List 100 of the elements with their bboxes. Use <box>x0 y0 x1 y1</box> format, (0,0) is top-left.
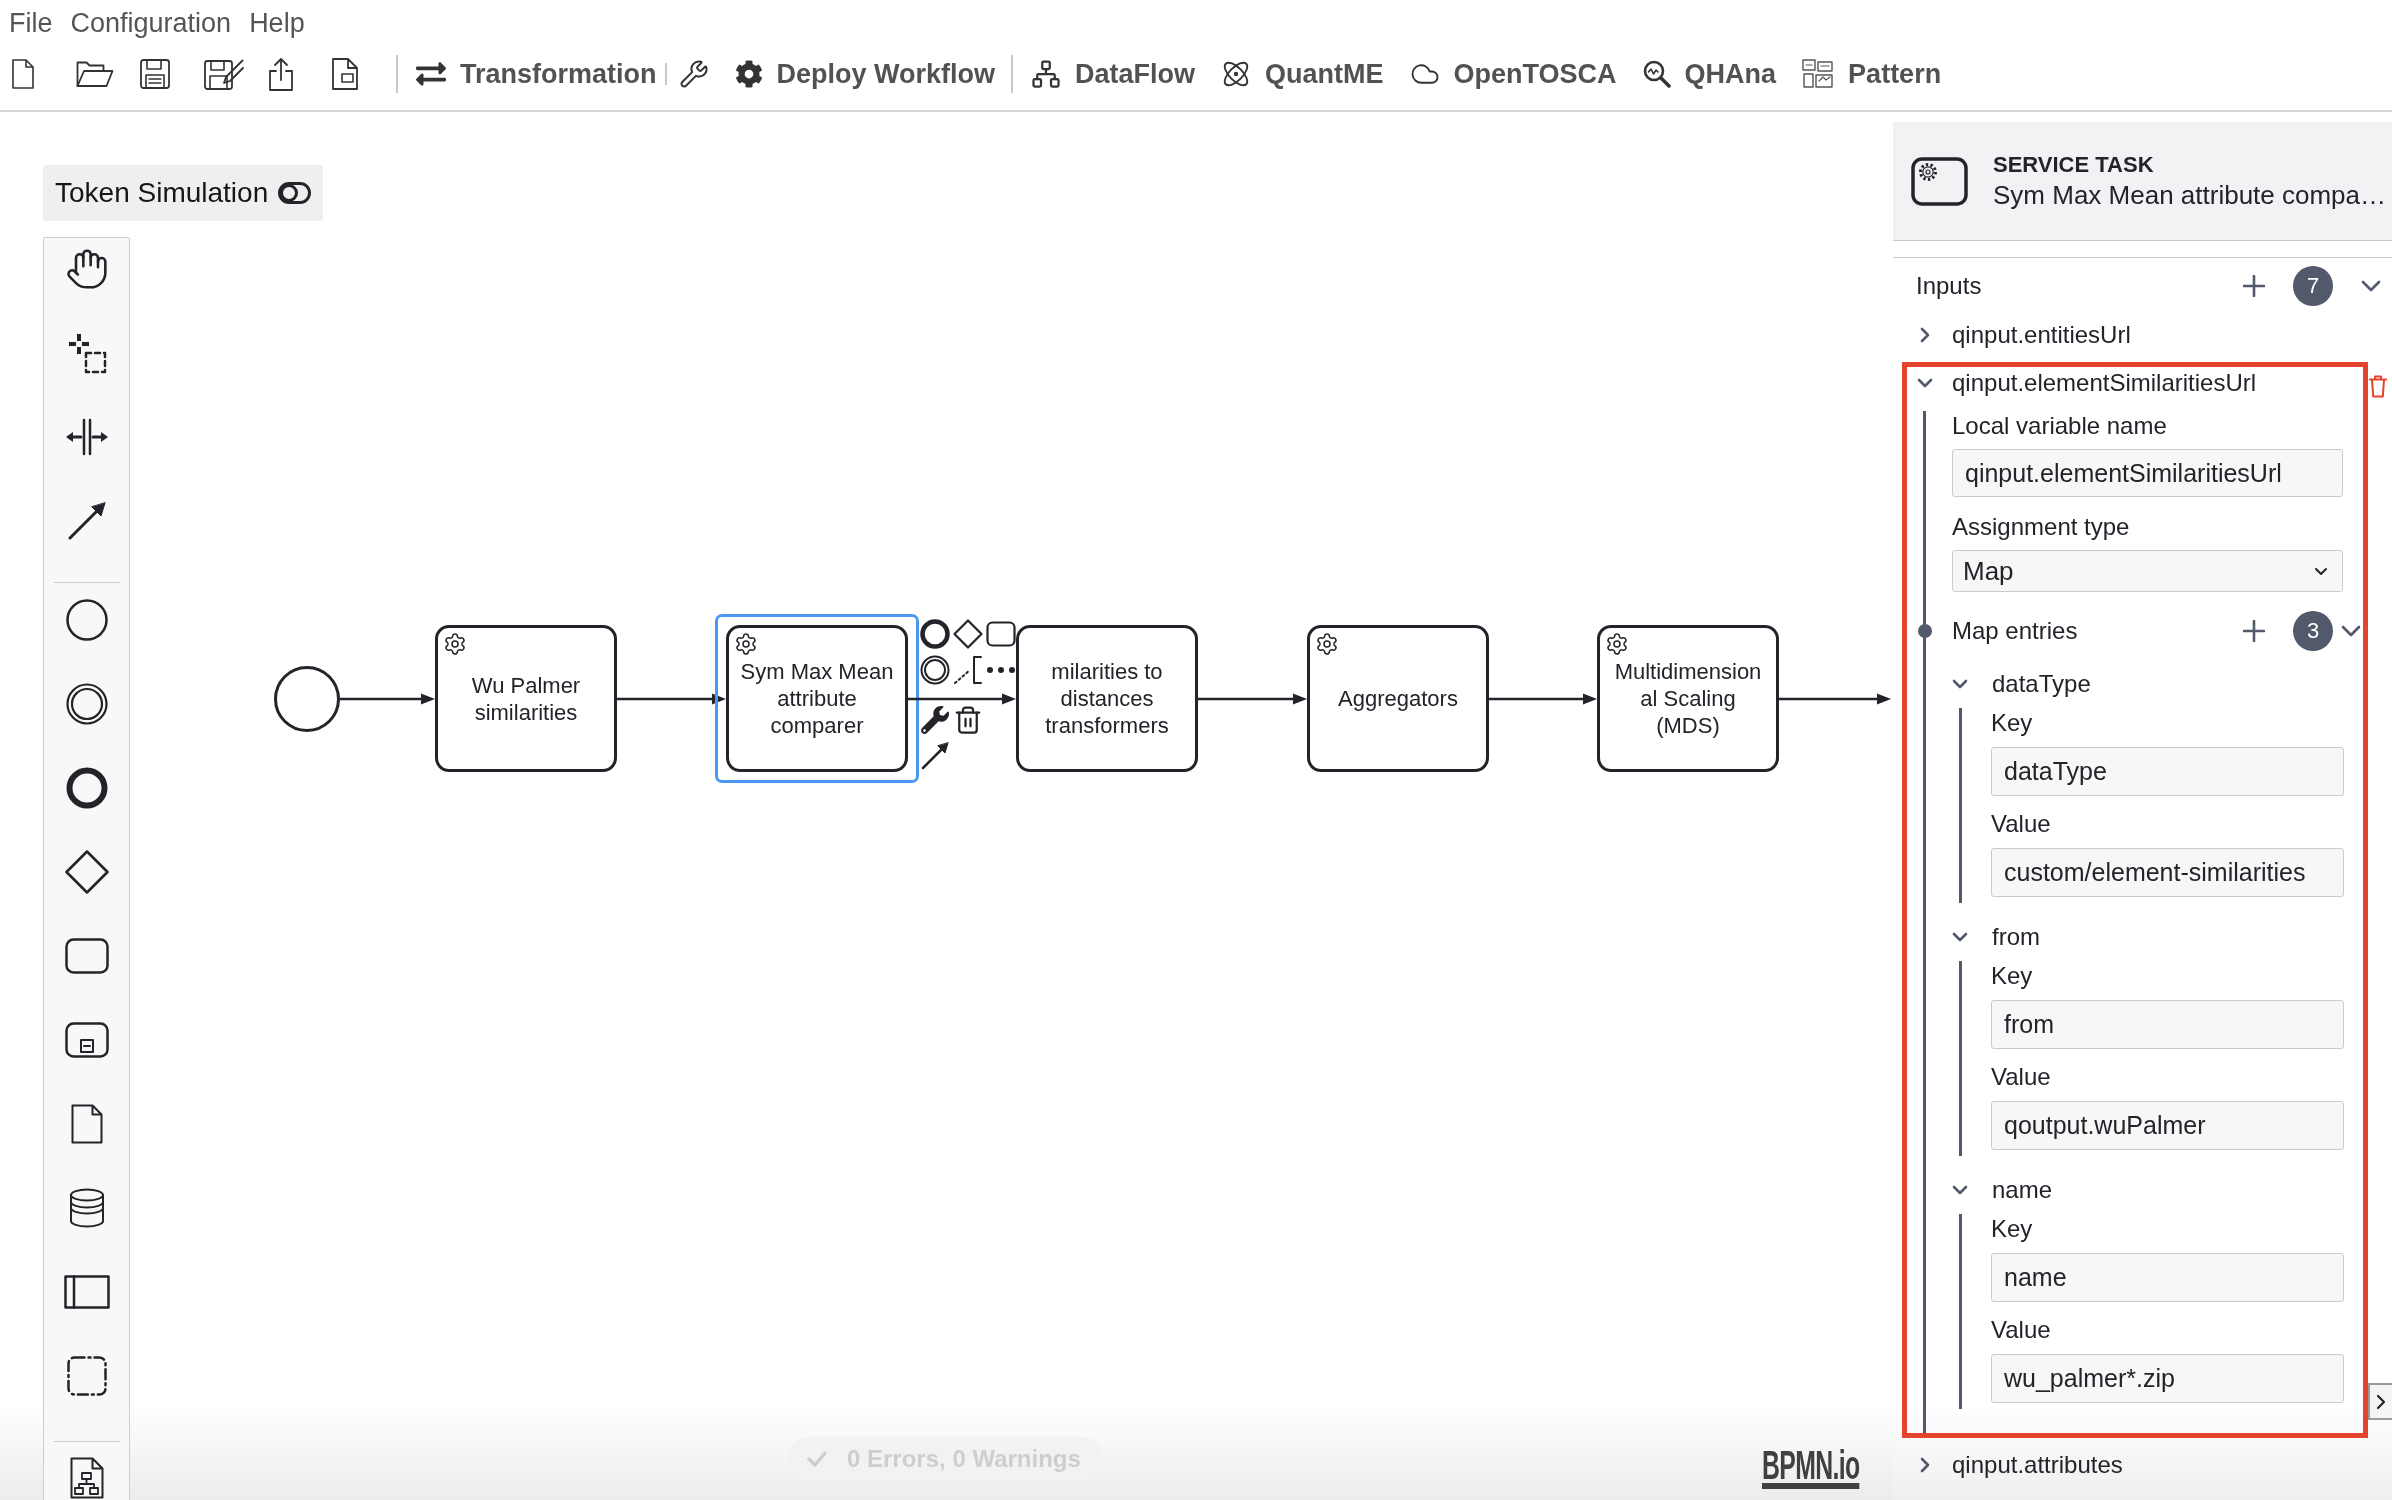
gear-icon <box>443 632 467 656</box>
double-circle-icon[interactable] <box>65 683 108 725</box>
toolbar-button[interactable]: Deploy Workflow <box>734 58 996 90</box>
gear-icon <box>734 60 763 88</box>
magnifier-icon <box>1642 60 1671 88</box>
chevron-right-icon[interactable] <box>1920 1457 1930 1473</box>
chevron-right-icon[interactable] <box>1920 327 1930 343</box>
task-label: Aggregators <box>1338 685 1458 712</box>
count-badge: 7 <box>2293 266 2333 306</box>
arrow-icon[interactable] <box>67 502 106 540</box>
field-label: Value <box>1991 1062 2052 1092</box>
diamond-icon[interactable] <box>64 850 109 894</box>
wrench-icon[interactable] <box>921 706 949 734</box>
chevron-down-icon[interactable] <box>1952 1185 1968 1195</box>
exchange-arrows-icon <box>416 59 446 89</box>
toolbar-button[interactable]: OpenTOSCA <box>1409 58 1617 90</box>
chevron-down-icon[interactable] <box>1952 932 1968 942</box>
map-entry-name[interactable]: dataType <box>1992 669 2091 699</box>
input-mapping-name[interactable]: qinput.elementSimilaritiesUrl <box>1952 368 2257 398</box>
plus-icon[interactable] <box>2243 620 2265 642</box>
bpmn-io-logo[interactable]: BPMN.io <box>1762 1447 1860 1489</box>
input-mapping-name[interactable]: qinput.attributes <box>1952 1450 2123 1480</box>
field-label: Value <box>1991 1315 2052 1345</box>
arrow-icon[interactable] <box>921 742 949 770</box>
field-label: Assignment type <box>1952 512 2131 542</box>
dashed-rectangle-icon[interactable] <box>66 1356 107 1396</box>
gear-icon <box>1315 632 1339 656</box>
chevron-down-icon <box>2314 566 2328 576</box>
thick-circle-icon[interactable] <box>920 619 950 649</box>
save-icon[interactable] <box>140 59 170 89</box>
database-icon[interactable] <box>68 1188 105 1228</box>
menu-item[interactable]: Help <box>249 7 305 39</box>
rounded-rectangle-icon[interactable] <box>986 621 1016 647</box>
chevron-down-icon[interactable] <box>2341 625 2361 637</box>
document-diagram-icon[interactable] <box>69 1457 104 1499</box>
space-tool-icon[interactable] <box>64 418 109 456</box>
toolbar-button[interactable]: QHAna <box>1642 58 1777 90</box>
chevron-right-icon <box>2376 1393 2386 1410</box>
count-badge: 3 <box>2293 611 2333 651</box>
wrench-icon[interactable] <box>678 59 709 89</box>
field-label: Key <box>1991 708 2034 738</box>
toolbar-button[interactable]: Pattern <box>1802 58 1942 90</box>
assignment-type-select[interactable]: Map <box>1952 550 2343 592</box>
folder-icon[interactable] <box>76 60 114 88</box>
panel-toggle-button[interactable] <box>2368 1383 2392 1420</box>
task-label: milarities to distances transformers <box>1045 658 1169 739</box>
file-icon[interactable] <box>12 59 34 89</box>
text-field[interactable]: qoutput.wuPalmer <box>1991 1101 2344 1150</box>
check-icon <box>807 1450 827 1467</box>
floppy-pencil-icon[interactable] <box>204 58 244 90</box>
circle-icon[interactable] <box>65 599 108 641</box>
crosshair-selection-icon[interactable] <box>66 332 107 374</box>
element-name: Sym Max Mean attribute compa… <box>1993 179 2387 211</box>
chevron-down-icon[interactable] <box>1952 679 1968 689</box>
map-entry-name[interactable]: from <box>1992 922 2040 952</box>
chevron-down-icon[interactable] <box>1917 378 1933 388</box>
text-field[interactable]: qinput.elementSimilaritiesUrl <box>1952 449 2343 497</box>
hand-icon[interactable] <box>64 247 109 291</box>
field-label: Key <box>1991 961 2034 991</box>
thick-circle-icon[interactable] <box>65 767 108 809</box>
pool-icon[interactable] <box>63 1275 110 1309</box>
element-type: SERVICE TASK <box>1993 151 2155 179</box>
text-field[interactable]: custom/element-similarities <box>1991 848 2344 897</box>
text-field[interactable]: name <box>1991 1253 2344 1302</box>
group-title: Map entries <box>1952 616 2078 646</box>
token-simulation-toggle[interactable]: Token Simulation <box>43 165 324 221</box>
toolbar-button[interactable]: QuantME <box>1221 58 1384 90</box>
trash-icon[interactable] <box>953 705 983 735</box>
field-label: Local variable name <box>1952 411 2168 441</box>
share-icon[interactable] <box>268 57 294 91</box>
chevron-down-icon[interactable] <box>2361 280 2381 292</box>
document-icon[interactable] <box>70 1104 103 1144</box>
map-entry-name[interactable]: name <box>1992 1175 2053 1205</box>
gear-icon <box>1605 632 1629 656</box>
rounded-rectangle-icon[interactable] <box>64 938 109 974</box>
plus-icon[interactable] <box>2243 275 2265 297</box>
subprocess-icon[interactable] <box>64 1022 109 1058</box>
diamond-icon[interactable] <box>953 619 983 649</box>
text-field[interactable]: wu_palmer*.zip <box>1991 1354 2344 1403</box>
toolbar-button[interactable]: Transformation <box>416 58 657 90</box>
toolbar-button[interactable]: DataFlow <box>1031 58 1196 90</box>
collage-icon <box>1802 59 1835 89</box>
task-label: Wu Palmer similarities <box>471 671 581 726</box>
group-title: Inputs <box>1916 271 1982 301</box>
task-label: Sym Max Mean attribute comparer <box>740 658 894 739</box>
text-field[interactable]: from <box>1991 1000 2344 1049</box>
double-circle-icon[interactable] <box>920 655 950 685</box>
service-task-icon <box>1911 156 1968 206</box>
task-label: Multidimension al Scaling (MDS) <box>1614 658 1762 739</box>
more-icon[interactable] <box>986 666 1016 674</box>
input-mapping-name[interactable]: qinput.entitiesUrl <box>1952 320 2131 350</box>
text-annotation-icon[interactable] <box>953 655 983 685</box>
field-label: Value <box>1991 809 2052 839</box>
text-field[interactable]: dataType <box>1991 747 2344 796</box>
field-label: Key <box>1991 1214 2034 1244</box>
menu-item[interactable]: Configuration <box>70 7 232 39</box>
document-export-icon[interactable] <box>332 58 358 90</box>
gear-icon <box>734 632 758 656</box>
hierarchy-icon <box>1031 59 1062 89</box>
menu-item[interactable]: File <box>9 7 53 39</box>
